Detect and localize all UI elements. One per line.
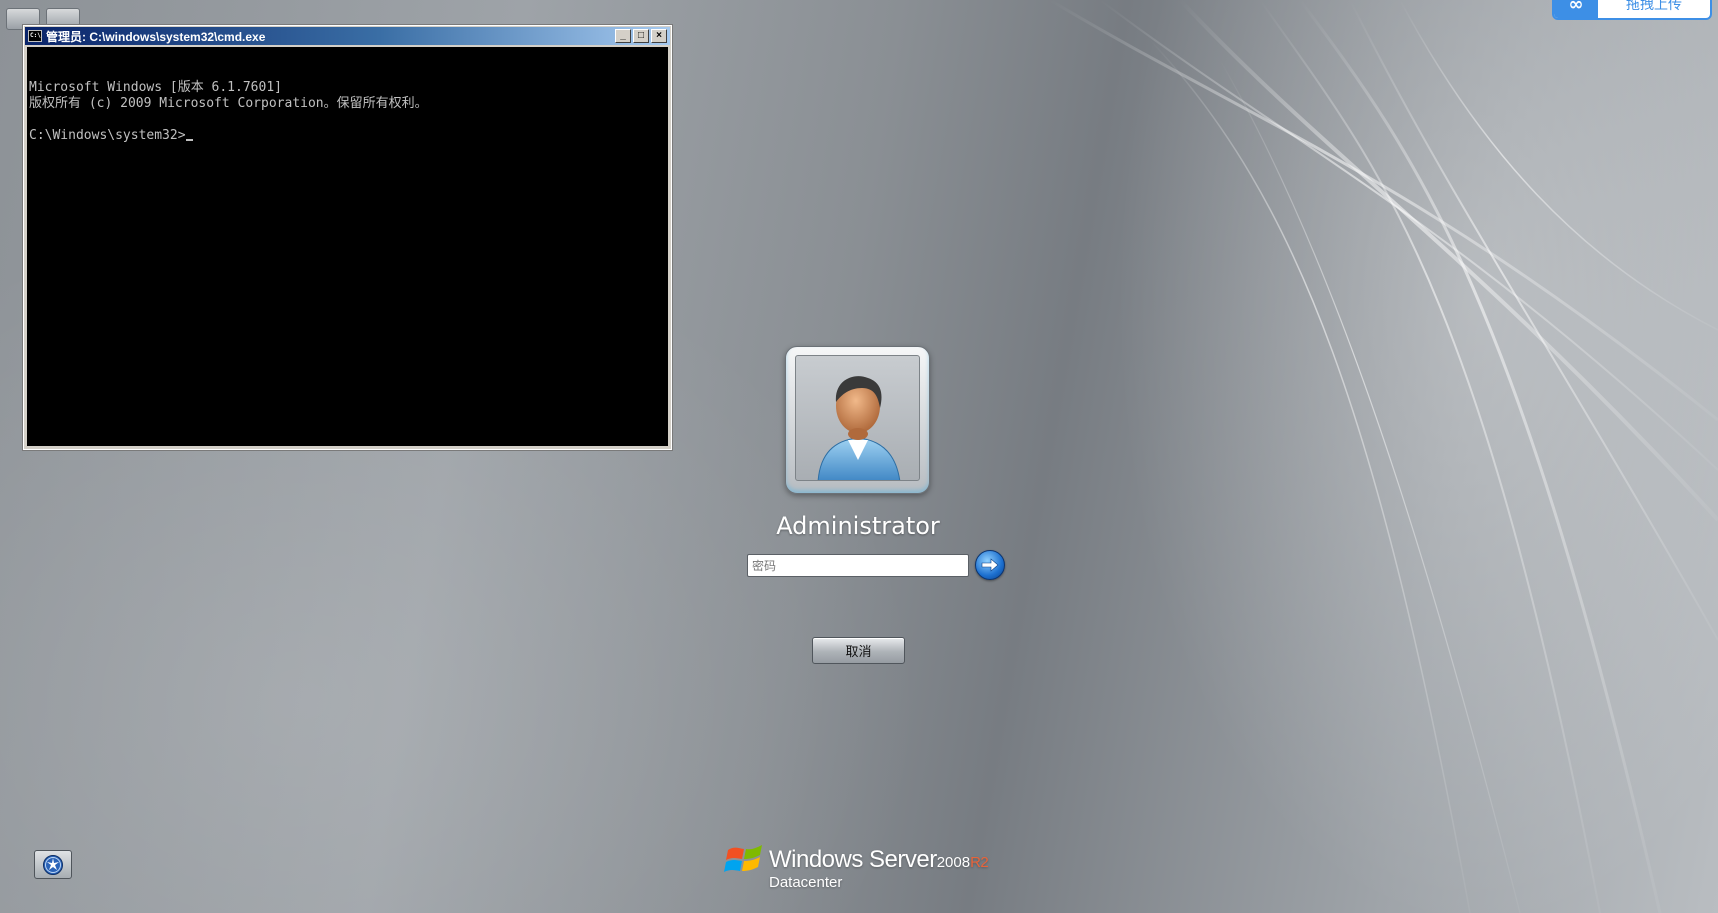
product-name-text: Windows Server [769,846,937,873]
console-prompt: C:\Windows\system32> [29,128,186,143]
console-prompt-line: C:\Windows\system32> [29,128,666,144]
console-line: 版权所有 (c) 2009 Microsoft Corporation。保留所有… [29,96,428,111]
windows-flag-icon [724,845,762,872]
user-avatar-icon [817,376,901,480]
link-icon: ∞ [1554,0,1598,18]
username-label: Administrator [776,512,940,540]
windows-branding: Windows Server2008R2 Datacenter [724,838,1004,894]
console-line: Microsoft Windows [版本 6.1.7601] [29,80,282,95]
password-field[interactable] [747,554,969,577]
upload-widget[interactable]: ∞ 拖拽上传 [1552,0,1712,20]
close-button[interactable]: × [651,29,667,43]
product-version: 2008 [936,854,971,871]
console-cursor [185,139,193,141]
minimize-button[interactable]: _ [615,29,631,43]
product-release: R2 [970,854,989,871]
console-output[interactable]: Microsoft Windows [版本 6.1.7601] 版权所有 (c) … [27,47,668,446]
cmd-title: 管理员: C:\windows\system32\cmd.exe [46,29,266,44]
maximize-button[interactable]: □ [633,29,649,43]
submit-button[interactable] [975,550,1005,580]
cmd-app-icon[interactable]: C:\ [28,30,42,42]
product-edition: Datacenter [769,874,843,891]
ease-of-access-icon [43,854,63,875]
avatar [795,355,920,481]
upload-label: 拖拽上传 [1626,0,1682,13]
arrow-right-icon [981,558,999,572]
cmd-titlebar[interactable]: C:\ 管理员: C:\windows\system32\cmd.exe _ □… [25,27,670,45]
ease-of-access-button[interactable] [34,850,72,879]
cmd-window[interactable]: C:\ 管理员: C:\windows\system32\cmd.exe _ □… [22,24,673,451]
product-name: Windows Server2008R2 [769,846,989,874]
user-tile [785,346,930,494]
cancel-button[interactable]: 取消 [812,637,905,664]
